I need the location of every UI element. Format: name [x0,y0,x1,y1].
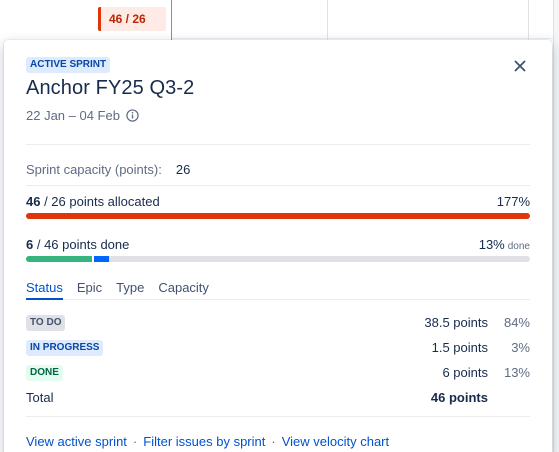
allocated-text: 46 / 26 points allocated [26,194,160,209]
section-divider [26,144,530,145]
percent-cell: 13% [503,364,530,380]
status-row-in-progress: IN PROGRESS 1.5 points 3% [26,337,530,357]
status-cell: DONE [26,363,368,381]
total-row: Total 46 points [26,387,530,407]
allocated-points: 46 [26,194,41,209]
tab-status[interactable]: Status [26,272,63,300]
capacity-label: Sprint capacity (points): [26,162,162,177]
in-progress-fill [93,256,109,262]
percent-cell: 84% [503,314,530,330]
done-suffix: / 46 points done [33,237,130,252]
allocated-percent: 177% [496,194,530,209]
points-cell: 6 points [442,364,488,380]
percent-cell: 3% [511,339,530,355]
sprint-allocation-chip[interactable]: 46 / 26 [98,7,166,31]
footer-links: View active sprint · Filter issues by sp… [26,434,389,449]
total-label: Total [26,389,54,405]
view-velocity-chart-link[interactable]: View velocity chart [282,434,389,449]
filter-issues-by-sprint-link[interactable]: Filter issues by sprint [143,434,265,449]
sprint-details-popover: ACTIVE SPRINT Anchor FY25 Q3-2 22 Jan – … [4,40,552,452]
allocation-progress-bar [26,213,530,219]
tab-epic[interactable]: Epic [77,272,102,299]
sprint-capacity: Sprint capacity (points): 26 [26,162,190,177]
link-separator: · [132,434,138,449]
status-cell: TO DO [26,313,368,331]
section-divider [26,185,530,186]
status-row-todo: TO DO 38.5 points 84% [26,312,530,332]
status-row-done: DONE 6 points 13% [26,362,530,382]
scrollbar[interactable] [553,0,559,452]
sprint-date-range: 22 Jan – 04 Feb [26,108,120,123]
close-button[interactable] [508,54,532,78]
timeline-row-divider [172,38,559,39]
link-separator: · [271,434,276,449]
points-cell: 1.5 points [431,339,488,355]
sprint-dates: 22 Jan – 04 Feb [26,108,139,123]
allocation-fill [26,213,530,219]
close-icon [514,60,526,72]
total-points: 46 points [430,389,488,405]
done-progress-bar [26,256,530,262]
status-lozenge-done: DONE [26,365,63,381]
points-cell: 38.5 points [424,314,488,330]
info-icon[interactable] [126,109,139,122]
done-summary: 6 / 46 points done 13% done [26,237,530,252]
done-percent-wrap: 13% done [479,237,530,252]
allocated-summary: 46 / 26 points allocated 177% [26,194,530,209]
done-text: 6 / 46 points done [26,237,129,252]
allocated-suffix: / 26 points allocated [40,194,160,209]
tab-capacity[interactable]: Capacity [158,272,209,299]
done-percent: 13% [478,237,505,252]
sprint-status-lozenge: ACTIVE SPRINT [26,57,111,73]
done-percent-label: done [507,241,530,252]
breakdown-tabs: Status Epic Type Capacity [26,272,530,300]
capacity-value: 26 [175,162,191,177]
sprint-title: Anchor FY25 Q3-2 [26,77,195,99]
view-active-sprint-link[interactable]: View active sprint [26,434,127,449]
section-divider [26,416,530,417]
status-lozenge-in-progress: IN PROGRESS [26,340,104,356]
status-cell: IN PROGRESS [26,338,368,356]
done-fill [26,256,92,262]
tab-type[interactable]: Type [116,272,144,299]
status-lozenge-todo: TO DO [26,315,66,331]
